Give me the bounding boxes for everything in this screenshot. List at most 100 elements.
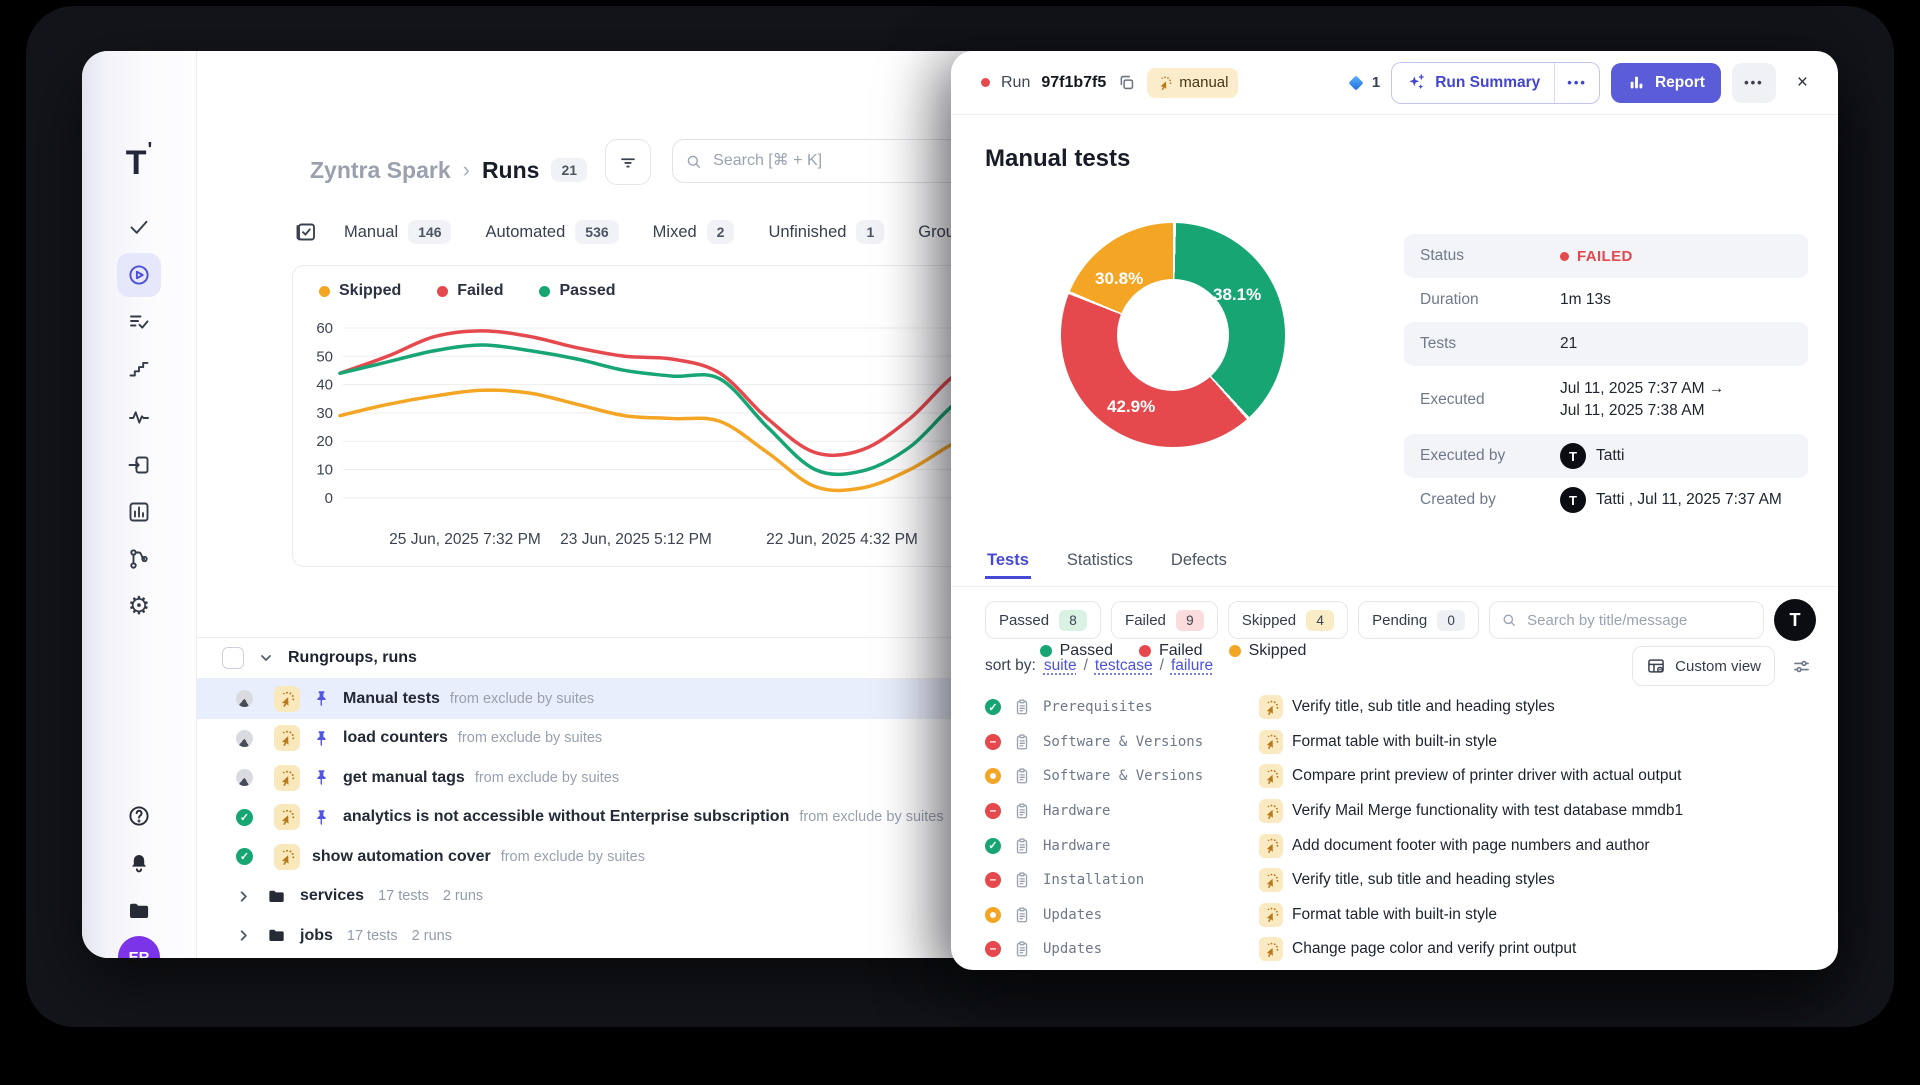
app-logo[interactable]: T' — [82, 139, 196, 183]
sidebar-item-steps-icon[interactable] — [117, 347, 161, 391]
pinned-indicator — [312, 689, 331, 708]
test-search[interactable] — [1489, 601, 1764, 639]
select-runs-icon[interactable] — [294, 220, 318, 244]
sidebar-item-folder-icon[interactable] — [117, 889, 161, 933]
sort-link-failure[interactable]: failure — [1171, 657, 1213, 675]
tab-manual[interactable]: Manual146 — [344, 220, 451, 244]
run-summary-more[interactable]: ••• — [1555, 75, 1599, 90]
filter-chip-failed[interactable]: Failed9 — [1111, 601, 1218, 639]
legend-item-failed[interactable]: Failed — [437, 282, 503, 300]
legend-label: Failed — [457, 282, 503, 300]
test-status-failed-icon — [985, 941, 1001, 957]
manual-test-icon — [1259, 799, 1283, 823]
test-row[interactable]: Updates Format table with built-in style — [985, 898, 1838, 933]
manual-test-icon — [1259, 903, 1283, 927]
sort-row: sort by: suite/testcase/failure Custom v… — [985, 649, 1812, 683]
run-name[interactable]: Manual tests — [343, 690, 440, 708]
legend-item-skipped[interactable]: Skipped — [319, 282, 401, 300]
run-name[interactable]: show automation cover — [312, 848, 491, 866]
run-name[interactable]: get manual tags — [343, 769, 465, 787]
tab-mixed[interactable]: Mixed2 — [653, 220, 735, 244]
filter-label: Pending — [1372, 612, 1427, 629]
sidebar-item-bell-icon[interactable] — [117, 841, 161, 885]
test-title[interactable]: Format table with built-in style — [1292, 906, 1497, 924]
detail-tab-defects[interactable]: Defects — [1169, 543, 1229, 579]
expand-folder-button[interactable] — [236, 889, 251, 904]
run-name[interactable]: load counters — [343, 729, 448, 747]
global-search-input[interactable] — [711, 151, 992, 171]
sidebar-item-import-box-icon[interactable] — [117, 443, 161, 487]
sidebar-item-gear-icon[interactable]: ⚙ — [117, 584, 161, 628]
filter-chip-passed[interactable]: Passed8 — [985, 601, 1101, 639]
detail-tab-tests[interactable]: Tests — [985, 543, 1031, 579]
status-row-value: Jul 11, 2025 7:37 AM →Jul 11, 2025 7:38 … — [1560, 378, 1724, 423]
manual-run-icon — [274, 686, 300, 712]
sort-separator: / — [1160, 657, 1164, 675]
test-row[interactable]: InstallationVerify title, sub title and … — [985, 863, 1838, 898]
manual-badge: manual — [1147, 68, 1238, 98]
sidebar-item-bar-chart-icon[interactable] — [117, 490, 161, 534]
test-suite-name: Updates — [1043, 907, 1102, 923]
manual-test-icon — [1259, 764, 1283, 788]
tab-count-badge: 146 — [408, 220, 451, 244]
run-summary-button[interactable]: Run Summary ••• — [1391, 62, 1600, 104]
select-all-checkbox[interactable] — [222, 647, 244, 669]
test-row[interactable]: Software & Versions Format table with bui… — [985, 725, 1838, 760]
copy-run-id-button[interactable] — [1117, 73, 1136, 92]
test-title[interactable]: Compare print preview of printer driver … — [1292, 767, 1681, 785]
sort-link-testcase[interactable]: testcase — [1095, 657, 1153, 675]
close-panel-button[interactable]: × — [1791, 71, 1814, 95]
filter-label: Passed — [999, 612, 1049, 629]
tab-unfinished[interactable]: Unfinished1 — [768, 220, 884, 244]
test-title[interactable]: Verify Mail Merge functionality with tes… — [1292, 802, 1683, 820]
manual-run-icon — [274, 844, 300, 870]
version-count: 1 — [1372, 74, 1380, 91]
test-suite-name: Hardware — [1043, 838, 1110, 854]
expand-folder-button[interactable] — [236, 928, 251, 943]
folder-name[interactable]: services — [300, 887, 364, 905]
test-title[interactable]: Verify title, sub title and heading styl… — [1292, 698, 1555, 716]
run-name[interactable]: analytics is not accessible without Ente… — [343, 808, 789, 826]
detail-tab-statistics[interactable]: Statistics — [1065, 543, 1135, 579]
version-indicator[interactable]: 1 — [1346, 73, 1380, 93]
more-actions-button[interactable]: ••• — [1732, 63, 1776, 103]
test-search-input[interactable] — [1525, 611, 1752, 630]
sidebar-item-pulse-icon[interactable] — [117, 395, 161, 439]
test-title[interactable]: Verify title, sub title and heading styl… — [1292, 871, 1555, 889]
manual-test-icon — [1259, 695, 1283, 719]
adjustments-button[interactable] — [1791, 656, 1812, 677]
chevron-down-icon[interactable] — [258, 650, 274, 666]
clipboard-icon — [1013, 698, 1031, 716]
test-row[interactable]: UpdatesChange page color and verify prin… — [985, 932, 1838, 967]
tab-label: Mixed — [653, 223, 697, 242]
tab-automated[interactable]: Automated536 — [485, 220, 618, 244]
user-avatar[interactable]: ER — [118, 936, 160, 958]
sidebar-item-check-icon[interactable] — [117, 205, 161, 249]
sidebar-item-list-check-icon[interactable] — [117, 300, 161, 344]
chart-legend: Skipped Failed Passed — [319, 282, 616, 300]
test-row[interactable]: HardwareVerify Mail Merge functionality … — [985, 794, 1838, 829]
test-row[interactable]: Software & VersionsCompare print preview… — [985, 759, 1838, 794]
breadcrumb-project[interactable]: Zyntra Spark — [310, 157, 451, 184]
assignee-avatar[interactable]: T — [1774, 599, 1816, 641]
desktop-background: T' ⚙ ER Zyntra Spark › Runs 21 Manual146… — [0, 0, 1920, 1085]
report-bars-icon — [1627, 73, 1646, 92]
legend-item-passed[interactable]: Passed — [539, 282, 615, 300]
custom-view-button[interactable]: Custom view — [1632, 646, 1775, 686]
folder-name[interactable]: jobs — [300, 927, 333, 945]
sidebar-item-play-circle-icon[interactable] — [117, 253, 161, 297]
test-suite-name: Software & Versions — [1043, 734, 1203, 750]
test-row[interactable]: PrerequisitesVerify title, sub title and… — [985, 690, 1838, 725]
test-title[interactable]: Format table with built-in style — [1292, 733, 1497, 751]
sidebar-item-branch-icon[interactable] — [117, 537, 161, 581]
filter-chip-pending[interactable]: Pending0 — [1358, 601, 1479, 639]
filter-button[interactable] — [605, 139, 651, 185]
sort-link-suite[interactable]: suite — [1044, 657, 1077, 675]
sidebar-item-help-icon[interactable] — [117, 794, 161, 838]
report-button[interactable]: Report — [1611, 63, 1721, 103]
y-axis-tick: 10 — [316, 462, 333, 479]
test-title[interactable]: Change page color and verify print outpu… — [1292, 940, 1576, 958]
test-title[interactable]: Add document footer with page numbers an… — [1292, 837, 1650, 855]
test-row[interactable]: Hardware Add document footer with page nu… — [985, 828, 1838, 863]
filter-chip-skipped[interactable]: Skipped4 — [1228, 601, 1348, 639]
